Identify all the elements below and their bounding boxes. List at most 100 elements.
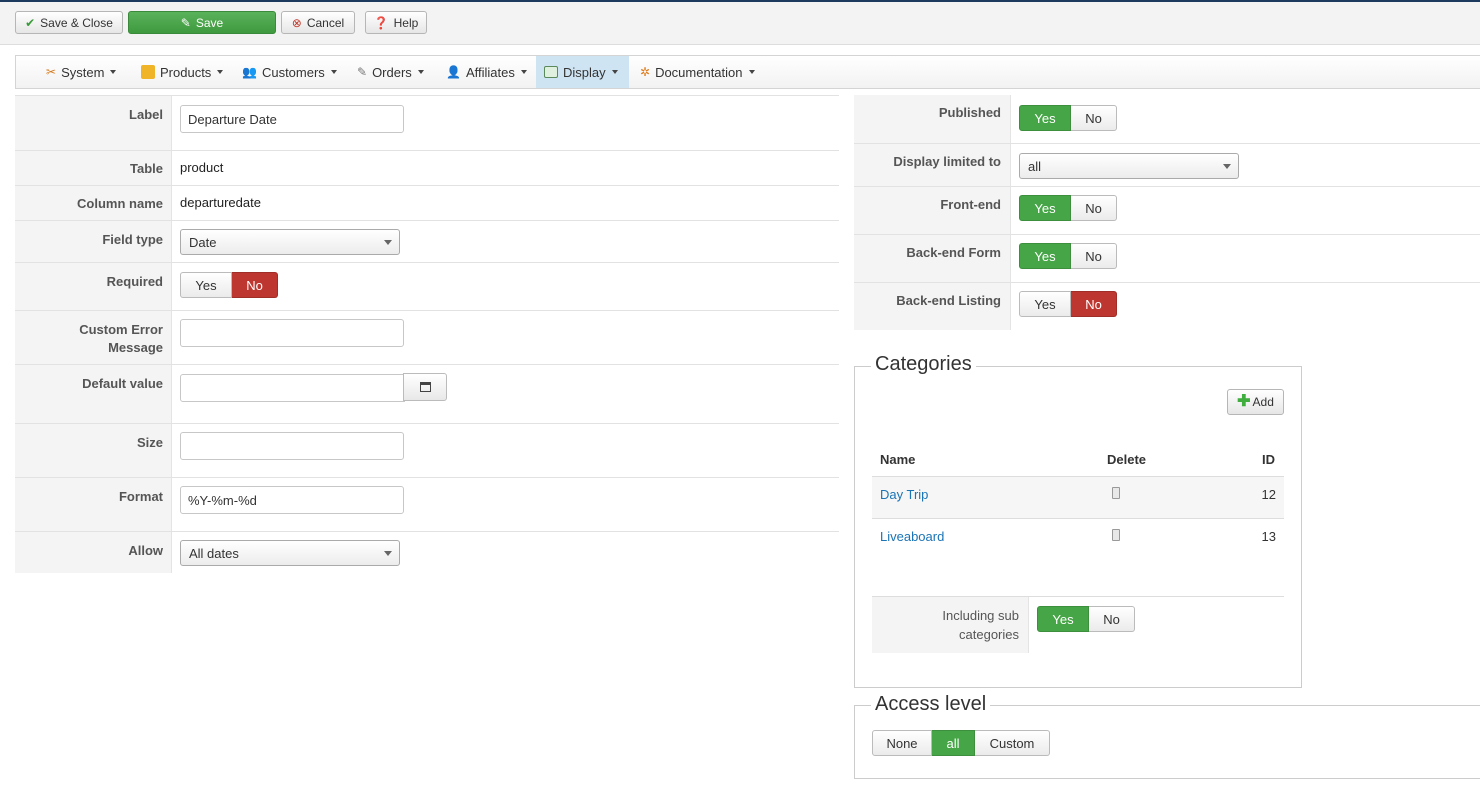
size-label: Size [15, 424, 172, 477]
trash-icon[interactable] [1112, 487, 1120, 499]
access-option-none[interactable]: None [872, 730, 932, 756]
category-link[interactable]: Liveaboard [880, 529, 944, 544]
including-sub-no-option[interactable]: No [1089, 606, 1135, 632]
add-category-button[interactable]: ✚ Add [1227, 389, 1284, 415]
front-end-yes-option[interactable]: Yes [1019, 195, 1071, 221]
form-row-format: Format [15, 477, 839, 531]
menu-products[interactable]: Products [133, 56, 231, 88]
checkmark-icon: ✔ [25, 15, 36, 30]
access-option-custom[interactable]: Custom [975, 730, 1050, 756]
trash-icon[interactable] [1112, 529, 1120, 541]
default-value-input[interactable] [180, 374, 405, 402]
cancel-icon: ⊗ [291, 15, 302, 30]
caret-down-icon [417, 70, 424, 74]
menu-affiliates-label: Affiliates [465, 64, 515, 80]
display-icon [544, 66, 558, 78]
save-label: Save [195, 15, 224, 30]
front-end-no-option[interactable]: No [1071, 195, 1117, 221]
including-sub-label-line2: categories [959, 627, 1019, 642]
published-yes-option[interactable]: Yes [1019, 105, 1071, 131]
published-no-option[interactable]: No [1071, 105, 1117, 131]
tools-icon: ✂ [46, 65, 57, 79]
menu-system-label: System [61, 64, 105, 80]
cancel-button[interactable]: ⊗ Cancel [281, 11, 355, 34]
help-button[interactable]: ❓ Help [365, 11, 427, 34]
backend-form-no-option[interactable]: No [1071, 243, 1117, 269]
access-level-legend: Access level [871, 693, 991, 716]
including-sub-yes-option[interactable]: Yes [1037, 606, 1089, 632]
table-row: Day Trip 12 [872, 476, 1284, 519]
calendar-button[interactable] [403, 373, 447, 401]
required-no-option[interactable]: No [232, 272, 278, 298]
menu-display[interactable]: Display [536, 56, 629, 88]
access-level-toggle[interactable]: None all Custom [872, 730, 1050, 756]
required-toggle[interactable]: Yes No [180, 272, 278, 298]
menu-affiliates[interactable]: 👤 Affiliates [438, 56, 535, 88]
settings-row-backend-listing: Back-end Listing Yes No [854, 282, 1480, 330]
label-input[interactable] [180, 105, 404, 133]
menu-system[interactable]: ✂ System [38, 56, 124, 88]
settings-row-front-end: Front-end Yes No [854, 186, 1480, 234]
backend-form-yes-option[interactable]: Yes [1019, 243, 1071, 269]
categories-legend: Categories [871, 353, 976, 376]
backend-listing-label: Back-end Listing [854, 283, 1011, 330]
size-input[interactable] [180, 432, 404, 460]
calendar-icon [419, 382, 431, 392]
categories-header-delete: Delete [1107, 452, 1147, 467]
category-id: 12 [1261, 487, 1276, 502]
allow-label: Allow [15, 532, 172, 573]
format-input[interactable] [180, 486, 404, 514]
default-value-label: Default value [15, 365, 172, 423]
backend-listing-yes-option[interactable]: Yes [1019, 291, 1071, 317]
column-name-field-label: Column name [15, 186, 172, 220]
required-label: Required [15, 263, 172, 310]
access-option-all[interactable]: all [932, 730, 975, 756]
orders-icon: ✎ [357, 65, 368, 79]
caret-down-icon [748, 70, 755, 74]
save-close-button[interactable]: ✔ Save & Close [15, 11, 123, 34]
backend-listing-no-option[interactable]: No [1071, 291, 1117, 317]
backend-form-toggle[interactable]: Yes No [1019, 243, 1117, 269]
front-end-label: Front-end [854, 187, 1011, 234]
including-sub-toggle[interactable]: Yes No [1037, 606, 1135, 632]
menu-documentation-label: Documentation [655, 64, 743, 80]
form-row-custom-error: Custom Error Message [15, 310, 839, 364]
form-row-allow: Allow All dates [15, 531, 839, 573]
allow-value: All dates [189, 545, 239, 561]
form-row-column-name: Column name departuredate [15, 185, 839, 220]
including-sub-row: Including sub categories Yes No [872, 596, 1284, 653]
backend-listing-toggle[interactable]: Yes No [1019, 291, 1117, 317]
table-field-label: Table [15, 151, 172, 185]
menu-customers[interactable]: 👥 Customers [234, 56, 345, 88]
display-limited-value: all [1028, 158, 1042, 174]
caret-down-icon [110, 70, 117, 74]
field-type-select[interactable]: Date [180, 229, 400, 255]
published-toggle[interactable]: Yes No [1019, 105, 1117, 131]
required-yes-option[interactable]: Yes [180, 272, 232, 298]
settings-row-backend-form: Back-end Form Yes No [854, 234, 1480, 282]
allow-select[interactable]: All dates [180, 540, 400, 566]
caret-down-icon [330, 70, 337, 74]
save-close-label: Save & Close [40, 15, 113, 30]
custom-error-input[interactable] [180, 319, 404, 347]
toolbar: ✔ Save & Close ✎ Save ⊗ Cancel ❓ Help [0, 2, 1480, 45]
menu-documentation[interactable]: ✲ Documentation [632, 56, 763, 88]
including-sub-label: Including sub categories [872, 597, 1029, 653]
backend-form-label: Back-end Form [854, 235, 1011, 282]
format-label: Format [15, 478, 172, 531]
form-row-field-type: Field type Date [15, 220, 839, 262]
front-end-toggle[interactable]: Yes No [1019, 195, 1117, 221]
table-row: Liveaboard 13 [872, 518, 1284, 561]
including-sub-label-line1: Including sub [942, 608, 1019, 623]
affiliates-icon: 👤 [446, 65, 461, 79]
menu-orders[interactable]: ✎ Orders [349, 56, 432, 88]
display-limited-select[interactable]: all [1019, 153, 1239, 179]
caret-down-icon [217, 70, 224, 74]
form-row-size: Size [15, 423, 839, 477]
save-button[interactable]: ✎ Save [128, 11, 276, 34]
category-link[interactable]: Day Trip [880, 487, 928, 502]
dropdown-arrow-icon [1223, 164, 1231, 169]
form-row-label: Label [15, 95, 839, 150]
categories-header-name: Name [880, 452, 916, 467]
menu-products-label: Products [160, 64, 212, 80]
